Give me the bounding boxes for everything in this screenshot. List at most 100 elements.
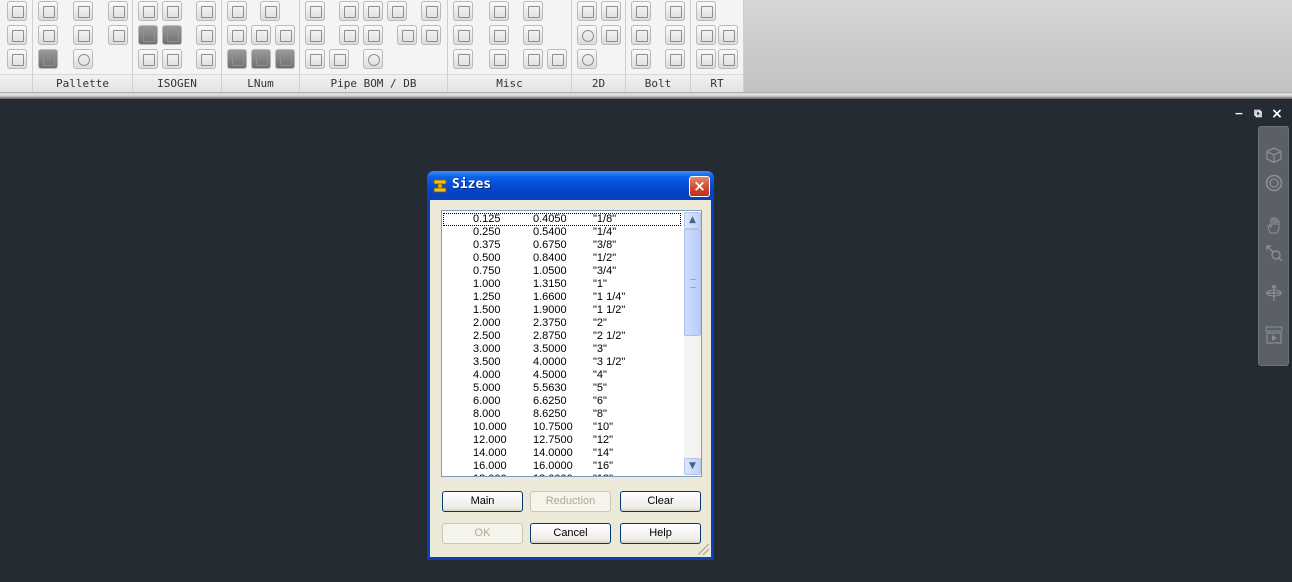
rt-elbow-icon[interactable] — [718, 49, 738, 69]
list-item[interactable]: 3.000 3.5000 "3" — [443, 343, 681, 356]
support-icon[interactable] — [108, 25, 128, 45]
scroll-down-button[interactable]: ▼ — [684, 458, 701, 475]
list-item[interactable]: 8.000 8.6250 "8" — [443, 408, 681, 421]
list-item[interactable]: 0.375 0.6750 "3/8" — [443, 239, 681, 252]
long-radius-icon[interactable] — [696, 25, 716, 45]
help-button[interactable]: Help — [620, 523, 701, 544]
bolt-total-icon[interactable] — [665, 25, 685, 45]
list-item[interactable]: 6.000 6.6250 "6" — [443, 395, 681, 408]
reduction-button[interactable]: Reduction — [530, 491, 611, 512]
bom-edit-icon[interactable] — [363, 1, 383, 21]
pallette-icon[interactable] — [38, 49, 58, 69]
list-item[interactable]: 18.000 18.0000 "18" — [443, 473, 681, 476]
flag-icon[interactable] — [227, 49, 247, 69]
scroll-thumb[interactable] — [684, 229, 701, 336]
bolt-up-icon[interactable] — [631, 1, 651, 21]
list-scrollbar[interactable]: ▲ ▼ — [684, 212, 701, 475]
auto-route-icon[interactable] — [523, 1, 543, 21]
pan-icon[interactable] — [1264, 215, 1284, 235]
link-icon[interactable] — [453, 1, 473, 21]
list-item[interactable]: 2.000 2.3750 "2" — [443, 317, 681, 330]
diagonal-icon[interactable] — [489, 25, 509, 45]
hand-tag-icon[interactable] — [275, 49, 295, 69]
zoom-2d-icon[interactable] — [577, 49, 597, 69]
db-sync-icon[interactable] — [363, 49, 383, 69]
close-button[interactable]: × — [689, 176, 710, 197]
rt-branch-icon[interactable] — [696, 49, 716, 69]
iso-batch-icon[interactable] — [162, 1, 182, 21]
number-tag-icon[interactable] — [251, 49, 271, 69]
list-item[interactable]: 1.250 1.6600 "1 1/4" — [443, 291, 681, 304]
globe-icon[interactable] — [73, 49, 93, 69]
list-item[interactable]: 2.500 2.8750 "2 1/2" — [443, 330, 681, 343]
sizes-list[interactable]: 0.125 0.4050 "1/8" 0.250 0.5400 "1/4" 0.375 0.6… — [441, 210, 702, 477]
db-window-edit-icon[interactable] — [421, 25, 441, 45]
db-table-icon[interactable] — [339, 25, 359, 45]
expand-icon[interactable] — [453, 25, 473, 45]
ok-button[interactable]: OK — [442, 523, 523, 544]
dialog-title-bar[interactable]: Sizes × — [427, 171, 714, 200]
list-item[interactable]: 0.125 0.4050 "1/8" — [443, 213, 681, 226]
camera-icon[interactable] — [260, 1, 280, 21]
route-icon[interactable] — [7, 1, 27, 21]
orbit-icon[interactable] — [1264, 283, 1284, 303]
elbow-icon[interactable] — [7, 25, 27, 45]
db-icon[interactable] — [305, 25, 325, 45]
db-edit-icon[interactable] — [363, 25, 383, 45]
list-item[interactable]: 14.000 14.0000 "14" — [443, 447, 681, 460]
grid-icon[interactable] — [38, 25, 58, 45]
db-import-icon[interactable] — [305, 49, 325, 69]
remove-icon[interactable] — [275, 25, 295, 45]
spec-icon[interactable] — [38, 1, 58, 21]
pcf-batch-icon[interactable] — [162, 25, 182, 45]
hand-select-icon[interactable] — [523, 49, 543, 69]
zoom-icon[interactable] — [1264, 243, 1284, 263]
close-viewport-icon[interactable]: × — [1270, 107, 1284, 121]
list-item[interactable]: 1.000 1.3150 "1" — [443, 278, 681, 291]
scroll-up-button[interactable]: ▲ — [684, 212, 701, 229]
calculator-icon[interactable] — [227, 1, 247, 21]
list-item[interactable]: 1.500 1.9000 "1 1/2" — [443, 304, 681, 317]
bolt-link-icon[interactable] — [665, 49, 685, 69]
mirror-icon[interactable] — [73, 25, 93, 45]
pcf-out-icon[interactable] — [138, 49, 158, 69]
restore-icon[interactable]: ⧉ — [1251, 107, 1265, 121]
rt-icon[interactable] — [696, 1, 716, 21]
lock-icon[interactable] — [489, 49, 509, 69]
tab-icon[interactable] — [196, 49, 216, 69]
resize-grip-icon[interactable] — [698, 544, 709, 555]
db-window-icon[interactable] — [397, 25, 417, 45]
pcf-in-icon[interactable] — [162, 49, 182, 69]
list-item[interactable]: 10.000 10.7500 "10" — [443, 421, 681, 434]
paste-icon[interactable] — [601, 1, 621, 21]
steering-wheel-icon[interactable] — [1264, 173, 1284, 193]
cancel-button[interactable]: Cancel — [530, 523, 611, 544]
list-item[interactable]: 12.000 12.7500 "12" — [443, 434, 681, 447]
frame-icon[interactable] — [453, 49, 473, 69]
cube-icon[interactable] — [1264, 145, 1284, 165]
bolt-gap-icon[interactable] — [665, 1, 685, 21]
list-item[interactable]: 0.250 0.5400 "1/4" — [443, 226, 681, 239]
bom-export-icon[interactable] — [421, 1, 441, 21]
add-icon[interactable] — [251, 25, 271, 45]
bom-table-icon[interactable] — [339, 1, 359, 21]
component-icon[interactable] — [73, 1, 93, 21]
db-export-icon[interactable] — [329, 49, 349, 69]
list-item[interactable]: 4.000 4.5000 "4" — [443, 369, 681, 382]
hatch-icon[interactable] — [601, 25, 621, 45]
drop-icon[interactable] — [196, 25, 216, 45]
list-item[interactable]: 16.000 16.0000 "16" — [443, 460, 681, 473]
showmotion-icon[interactable] — [1264, 325, 1284, 345]
list-item[interactable]: 3.500 4.0000 "3 1/2" — [443, 356, 681, 369]
copy-icon[interactable] — [577, 1, 597, 21]
main-button[interactable]: Main — [442, 491, 523, 512]
view-icon[interactable] — [577, 25, 597, 45]
list-item[interactable]: 0.750 1.0500 "3/4" — [443, 265, 681, 278]
bom-list-icon[interactable] — [387, 1, 407, 21]
line-number-icon[interactable] — [227, 25, 247, 45]
iso-icon[interactable] — [138, 1, 158, 21]
list-item[interactable]: 0.500 0.8400 "1/2" — [443, 252, 681, 265]
bolt-pair-icon[interactable] — [631, 49, 651, 69]
clear-button[interactable]: Clear — [620, 491, 701, 512]
list-item[interactable]: 5.000 5.5630 "5" — [443, 382, 681, 395]
